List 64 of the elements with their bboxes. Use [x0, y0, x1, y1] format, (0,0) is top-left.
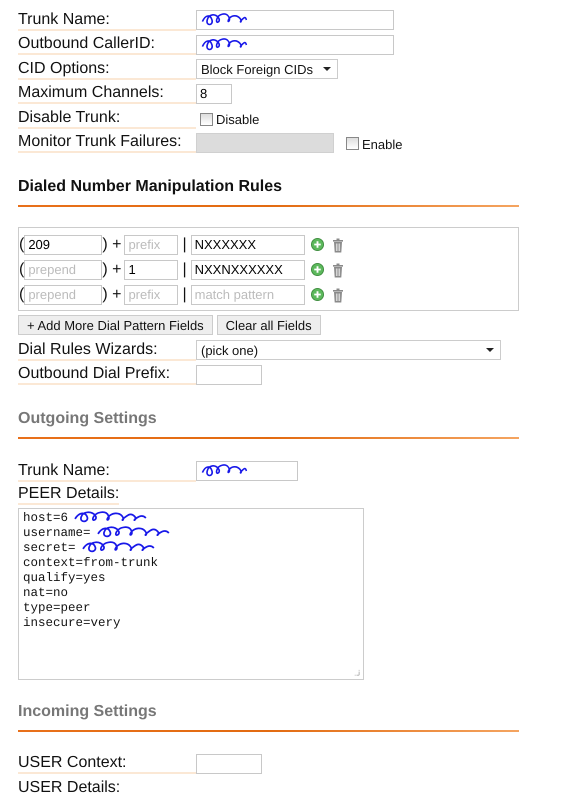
field-label: Trunk Name:	[18, 460, 196, 482]
config-line: host=6	[23, 511, 68, 525]
paren-symbol: (	[19, 286, 24, 304]
prefix-field[interactable]: prefix	[124, 284, 178, 304]
form-button[interactable]: + Add More Dial Pattern Fields	[18, 315, 213, 335]
trash-icon[interactable]	[332, 236, 344, 252]
plus-symbol: ) +	[102, 286, 122, 304]
section-heading: Dialed Number Manipulation Rules	[18, 177, 284, 197]
field-label: PEER Details:	[18, 484, 120, 504]
field-label: USER Context:	[18, 753, 196, 774]
config-line: secret=	[23, 541, 76, 555]
paren-symbol: (	[19, 260, 24, 278]
field-label: Outbound Dial Prefix:	[18, 364, 196, 386]
match-pattern-field[interactable]: NXXNXXXXXX	[190, 260, 305, 280]
form-button[interactable]: Clear all Fields	[216, 315, 321, 335]
checkbox-label: Enable	[362, 136, 402, 152]
field-label: Trunk Name:	[18, 10, 196, 31]
field-label: Outbound CallerID:	[18, 34, 196, 56]
section-heading: Outgoing Settings	[18, 409, 158, 429]
config-line: qualify=yes	[23, 571, 106, 585]
field-label: USER Details:	[18, 778, 196, 796]
separator-symbol: |	[182, 260, 187, 278]
field-label: Dial Rules Wizards:	[18, 340, 196, 361]
plus-symbol: ) +	[102, 260, 122, 278]
text-field[interactable]	[196, 461, 298, 482]
caret-icon	[486, 348, 494, 352]
prefix-field[interactable]: 1	[124, 260, 178, 280]
add-icon[interactable]	[310, 263, 324, 276]
prefix-field[interactable]: prefix	[124, 234, 178, 254]
text-field[interactable]	[196, 34, 394, 55]
dropdown[interactable]: Block Foreign CIDs	[196, 59, 338, 80]
dropdown[interactable]: (pick one)	[196, 340, 501, 360]
checkbox-label: Disable	[216, 111, 260, 128]
match-pattern-field[interactable]: match pattern	[190, 284, 305, 304]
config-line: nat=no	[23, 586, 68, 600]
separator-symbol: |	[182, 236, 187, 254]
config-line: insecure=very	[23, 616, 121, 630]
prepend-field[interactable]: 209	[24, 234, 102, 254]
plus-symbol: ) +	[102, 236, 122, 254]
text-field[interactable]	[196, 364, 262, 385]
add-icon[interactable]	[310, 288, 324, 301]
field-label: Monitor Trunk Failures:	[18, 132, 196, 154]
config-line: type=peer	[23, 601, 91, 615]
field-label: CID Options:	[18, 58, 196, 80]
prepend-field[interactable]: prepend	[24, 260, 102, 280]
text-field[interactable]: 8	[196, 84, 232, 104]
text-field[interactable]	[196, 754, 262, 774]
config-line: username=	[23, 526, 91, 540]
field-label: Disable Trunk:	[18, 108, 196, 129]
caret-icon	[323, 67, 331, 72]
add-icon[interactable]	[310, 238, 324, 251]
peer-details-field[interactable]: host=6 username= secret= context=from-trunk qualify=yes nat=no type=peer insecure=very	[18, 508, 364, 680]
match-pattern-field[interactable]: NXXXXXX	[190, 234, 305, 254]
separator-symbol: |	[182, 286, 187, 304]
checkbox[interactable]	[200, 112, 213, 126]
prepend-field[interactable]: prepend	[24, 284, 102, 304]
trash-icon[interactable]	[332, 262, 344, 278]
section-heading: Incoming Settings	[18, 702, 158, 722]
field-label: Maximum Channels:	[18, 83, 196, 104]
resize-grip-icon[interactable]	[353, 668, 360, 676]
trash-icon[interactable]	[332, 286, 344, 302]
config-line: context=from-trunk	[23, 556, 158, 570]
text-field[interactable]	[196, 10, 394, 30]
paren-symbol: (	[19, 236, 24, 254]
